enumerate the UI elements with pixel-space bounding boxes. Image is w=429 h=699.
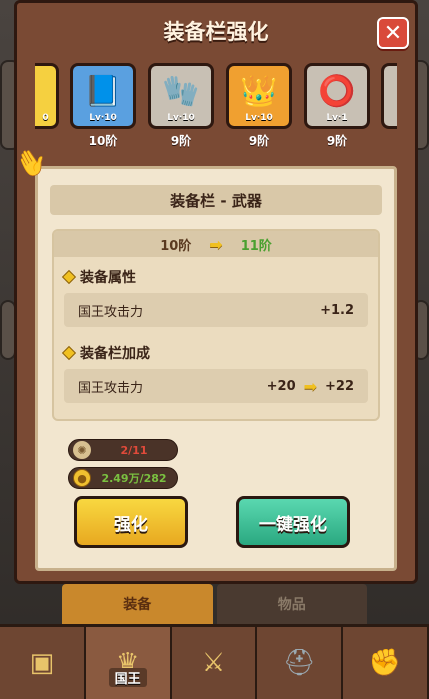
coin-cost-text: 2.49万/282 [101, 472, 167, 485]
inventory-tabs: 装备 物品 [14, 584, 415, 624]
diamond-bullet-icon [61, 269, 77, 285]
nav-king[interactable]: ♛ 国王 [85, 627, 172, 699]
enhance-all-button[interactable]: 一键强化 [236, 496, 350, 548]
tab-items[interactable]: 物品 [216, 584, 367, 624]
nav-hero[interactable]: ⛑ [257, 627, 344, 699]
nav-king-label: 国王 [108, 668, 147, 687]
equipment-slot[interactable]: 📘 Lv·10 10阶 [69, 63, 137, 155]
slot-box [381, 63, 397, 129]
helmet-upgrade-icon: ⛑ [282, 648, 316, 678]
slot-level: Lv·10 [89, 113, 117, 123]
tier-to: 11阶 [240, 238, 272, 254]
tome-icon: 📘 [84, 73, 122, 109]
slot-bonus-title: 装备栏加成 [61, 343, 150, 363]
panel-title: 装备栏 - 武器 [50, 185, 382, 215]
equip-attr-title: 装备属性 [61, 267, 136, 287]
chest-icon: ▣ [29, 648, 55, 678]
equipment-slot[interactable]: ⭕ Lv·1 9阶 [303, 63, 371, 155]
nav-power[interactable]: ✊ [343, 627, 429, 699]
enhance-modal: 装备栏强化 ✕ 0 📘 Lv·10 10阶 🧤 Lv·10 9阶 👑 Lv·10… [14, 0, 418, 584]
enhance-stone-icon: ✺ [73, 441, 91, 459]
bottom-nav: ▣ ♛ 国王 ⚔ ⛑ ✊ [0, 624, 429, 699]
slot-level: 0 [42, 113, 49, 123]
slot-level: Lv·10 [167, 113, 195, 123]
slot-box: ⭕ Lv·1 [304, 63, 370, 129]
slot-tier: 9阶 [170, 134, 192, 148]
upgrade-info-card: 10阶 ➡ 11阶 装备属性 国王攻击力 +1.2 装备栏加成 国王攻击力 +2… [52, 229, 380, 421]
slot-bonus-title-text: 装备栏加成 [80, 346, 150, 362]
stat-label: 国王攻击力 [78, 380, 144, 396]
enhance-panel: 装备栏 - 武器 10阶 ➡ 11阶 装备属性 国王攻击力 +1.2 装备栏加成… [35, 166, 397, 571]
stat-label: 国王攻击力 [78, 304, 144, 320]
nav-battle[interactable]: ⚔ [171, 627, 258, 699]
coin-icon: ● [73, 469, 91, 487]
tab-equip[interactable]: 装备 [62, 584, 213, 624]
enhance-button[interactable]: 强化 [74, 496, 188, 548]
slot-box: 📘 Lv·10 [70, 63, 136, 129]
slot-tier: 10阶 [88, 134, 118, 148]
ring-icon: ⭕ [318, 73, 356, 109]
close-button[interactable]: ✕ [377, 17, 409, 49]
crossed-swords-icon: ⚔ [201, 648, 226, 678]
equipment-slot-strip[interactable]: 0 📘 Lv·10 10阶 🧤 Lv·10 9阶 👑 Lv·10 9阶 ⭕ Lv… [35, 63, 397, 155]
equipment-slot[interactable]: 🧤 Lv·10 9阶 [147, 63, 215, 155]
stat-value-to: +22 [325, 378, 354, 394]
crown-icon: 👑 [240, 73, 278, 109]
stone-cost-text: 2/11 [120, 443, 148, 457]
modal-title: 装备栏强化 [163, 20, 269, 44]
stone-cost: ✺ 2/11 [68, 439, 178, 461]
equip-attr-title-text: 装备属性 [80, 270, 136, 286]
stat-value: +1.2 [320, 302, 354, 318]
equip-attr-row: 国王攻击力 +1.2 [64, 293, 368, 327]
equipment-slot[interactable] [381, 63, 397, 155]
slot-box: 🧤 Lv·10 [148, 63, 214, 129]
modal-header: 装备栏强化 [17, 3, 415, 59]
slot-box: 0 [35, 63, 59, 129]
slot-box: 👑 Lv·10 [226, 63, 292, 129]
slot-tier: 9阶 [326, 134, 348, 148]
coin-cost: ● 2.49万/282 [68, 467, 178, 489]
diamond-bullet-icon [61, 345, 77, 361]
arrow-right-icon: ➡ [209, 234, 223, 254]
tier-row: 10阶 ➡ 11阶 [54, 231, 378, 257]
slot-tier: 9阶 [248, 134, 270, 148]
close-icon: ✕ [383, 20, 403, 46]
nav-shop[interactable]: ▣ [0, 627, 86, 699]
slot-level: Lv·10 [245, 113, 273, 123]
fist-icon: ✊ [368, 648, 402, 678]
slot-level: Lv·1 [326, 113, 348, 123]
stat-value-from: +20 [266, 378, 296, 394]
glove-icon: 🧤 [162, 73, 200, 109]
tier-from: 10阶 [160, 238, 192, 254]
slot-bonus-row: 国王攻击力 +20 ➡ +22 [64, 369, 368, 403]
arrow-right-icon: ➡ [303, 376, 318, 396]
equipment-slot[interactable]: 👑 Lv·10 9阶 [225, 63, 293, 155]
